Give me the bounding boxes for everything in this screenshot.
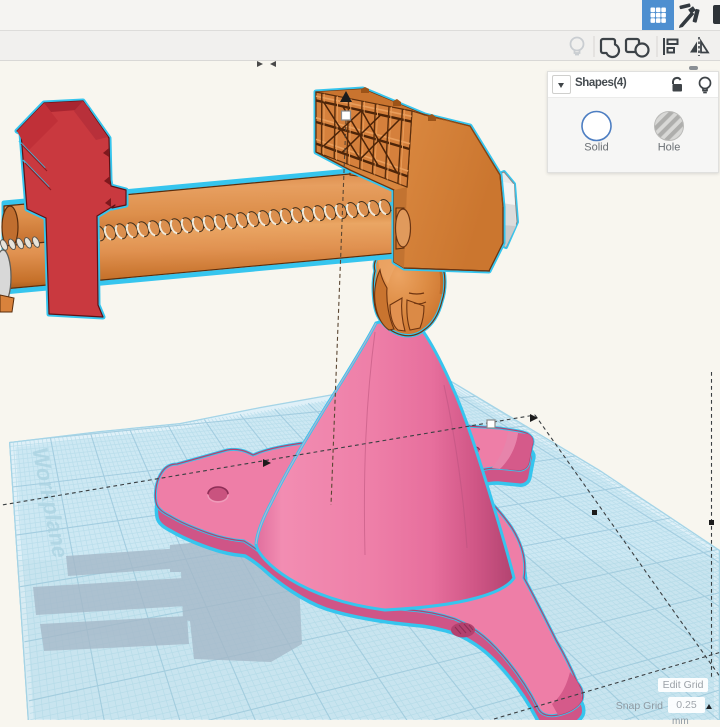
svg-text:Hole: Hole: [658, 142, 681, 154]
svg-text:Solid: Solid: [584, 142, 608, 154]
